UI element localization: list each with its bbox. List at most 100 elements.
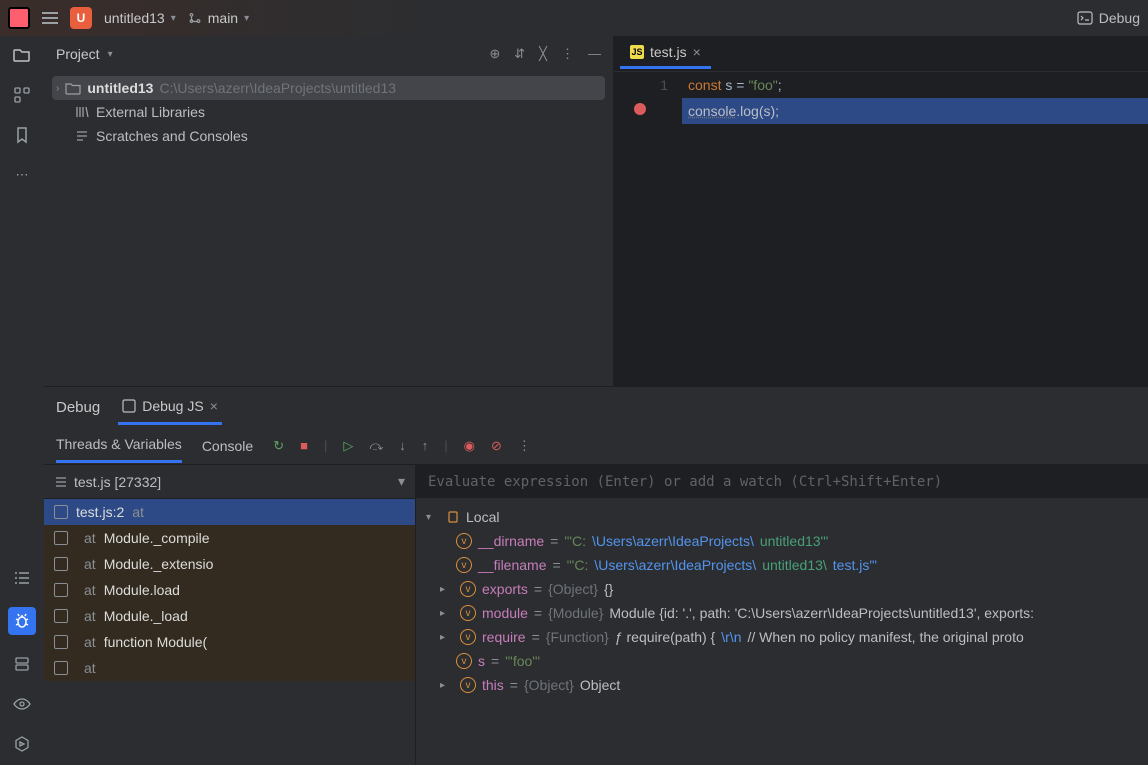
debug-panel: Debug Debug JS × Threads & Variables Con…	[44, 386, 1148, 765]
frame-icon	[54, 531, 68, 545]
frames-panel: test.js [27332] ▾ test.js:2 at at Module…	[44, 465, 416, 765]
stack-frame[interactable]: at Module._compile	[44, 525, 415, 551]
kebab-icon[interactable]: ⋮	[518, 438, 531, 454]
chevron-right-icon: ›	[56, 83, 59, 94]
structure-tool-icon[interactable]	[11, 84, 33, 106]
breakpoint-icon[interactable]	[634, 103, 646, 115]
kebab-icon[interactable]: ⋮	[561, 46, 574, 62]
more-icon[interactable]: ⋯	[11, 164, 33, 186]
services-tool-icon[interactable]	[11, 733, 33, 755]
js-file-icon: JS	[630, 45, 644, 59]
var-row[interactable]: v s = "'foo'"	[416, 649, 1148, 673]
step-into-icon[interactable]: ↓	[399, 438, 406, 453]
evaluate-input[interactable]: Evaluate expression (Enter) or add a wat…	[416, 465, 1148, 499]
var-icon: v	[460, 629, 476, 645]
mute-breakpoints-icon[interactable]: ⊘	[491, 438, 502, 454]
bookmark-tool-icon[interactable]	[11, 124, 33, 146]
var-row[interactable]: ▸ v exports = {Object} {}	[416, 577, 1148, 601]
frame-icon	[54, 635, 68, 649]
database-tool-icon[interactable]	[11, 653, 33, 675]
close-icon[interactable]: ╳	[539, 46, 547, 62]
chevron-down-icon[interactable]: ▾	[398, 473, 405, 490]
thread-selector[interactable]: test.js [27332] ▾	[44, 465, 415, 499]
scope-icon	[446, 510, 460, 524]
restart-icon[interactable]: ↻	[273, 438, 284, 454]
var-icon: v	[460, 677, 476, 693]
editor-tab-testjs[interactable]: JS test.js ×	[620, 38, 711, 69]
project-tool-icon[interactable]	[11, 44, 33, 66]
project-name[interactable]: untitled13▾	[104, 10, 176, 26]
eye-tool-icon[interactable]	[11, 693, 33, 715]
close-icon[interactable]: ×	[693, 44, 701, 60]
var-row[interactable]: v __dirname = "'C:\Users\azerr\IdeaProje…	[416, 529, 1148, 553]
folder-icon	[65, 81, 81, 95]
frame-icon	[54, 661, 68, 675]
terminal-icon	[122, 399, 136, 413]
stack-frame[interactable]: at Module._extensio	[44, 551, 415, 577]
project-tree[interactable]: › untitled13 C:\Users\azerr\IdeaProjects…	[44, 72, 613, 152]
scratch-icon	[74, 129, 90, 143]
stack-icon	[54, 475, 68, 489]
debug-panel-title: Debug	[56, 399, 100, 416]
debug-run-button[interactable]: Debug	[1077, 10, 1140, 26]
tree-scratches[interactable]: Scratches and Consoles	[52, 124, 605, 148]
resume-icon[interactable]: ▷	[343, 438, 353, 454]
stack-frame[interactable]: at function Module(	[44, 629, 415, 655]
var-icon: v	[460, 605, 476, 621]
minimize-icon[interactable]: —	[588, 46, 601, 62]
step-out-icon[interactable]: ↑	[422, 438, 429, 453]
frame-icon	[54, 583, 68, 597]
chevron-down-icon: ▾	[244, 13, 249, 24]
editor-tabs: JS test.js ×	[614, 36, 1148, 72]
chevron-right-icon: ▸	[440, 608, 454, 619]
var-row[interactable]: ▸ v this = {Object} Object	[416, 673, 1148, 697]
frame-icon	[54, 609, 68, 623]
branch-selector[interactable]: main▾	[188, 10, 249, 26]
project-badge[interactable]: U	[70, 7, 92, 29]
var-row[interactable]: ▸ v require = {Function} ƒ require(path)…	[416, 625, 1148, 649]
stack-frame[interactable]: at Module.load	[44, 577, 415, 603]
tool-strip: ⋯	[0, 36, 44, 765]
scope-local[interactable]: ▾ Local	[416, 505, 1148, 529]
stack-frame[interactable]: at Module._load	[44, 603, 415, 629]
breakpoints-icon[interactable]: ◉	[464, 438, 475, 454]
tree-root[interactable]: › untitled13 C:\Users\azerr\IdeaProjects…	[52, 76, 605, 100]
tab-console[interactable]: Console	[202, 430, 253, 462]
var-icon: v	[460, 581, 476, 597]
step-over-icon[interactable]: ⤼	[369, 438, 383, 454]
chevron-right-icon: ▸	[440, 680, 454, 691]
frame-icon	[54, 505, 68, 519]
stack-frame[interactable]: test.js:2 at	[44, 499, 415, 525]
branch-icon	[188, 11, 202, 25]
var-row[interactable]: v __filename = "'C:\Users\azerr\IdeaProj…	[416, 553, 1148, 577]
project-panel: Project ▾ ⊕ ⇵ ╳ ⋮ — › untitled13	[44, 36, 614, 386]
app-logo-icon	[8, 7, 30, 29]
chevron-down-icon: ▾	[171, 13, 176, 24]
terminal-icon	[1077, 10, 1093, 26]
code-area[interactable]: 1 const s = "foo"; console.log(s);	[614, 72, 1148, 124]
line-number: 1	[614, 72, 668, 98]
library-icon	[74, 105, 90, 119]
titlebar: U untitled13▾ main▾ Debug	[0, 0, 1148, 36]
list-tool-icon[interactable]	[11, 567, 33, 589]
var-icon: v	[456, 653, 472, 669]
chevron-down-icon: ▾	[426, 512, 440, 523]
project-panel-title: Project	[56, 46, 100, 62]
tab-threads-variables[interactable]: Threads & Variables	[56, 428, 182, 463]
debug-tool-icon[interactable]	[8, 607, 36, 635]
chevron-down-icon[interactable]: ▾	[108, 49, 113, 60]
variables-panel: Evaluate expression (Enter) or add a wat…	[416, 465, 1148, 765]
chevron-right-icon: ▸	[440, 632, 454, 643]
project-panel-header: Project ▾ ⊕ ⇵ ╳ ⋮ —	[44, 36, 613, 72]
var-icon: v	[456, 533, 472, 549]
stack-frame[interactable]: at	[44, 655, 415, 681]
stop-icon[interactable]: ■	[300, 438, 308, 453]
tree-external-libraries[interactable]: External Libraries	[52, 100, 605, 124]
expand-icon[interactable]: ⇵	[514, 46, 525, 62]
debug-session-tab[interactable]: Debug JS ×	[118, 390, 222, 425]
frame-icon	[54, 557, 68, 571]
menu-icon[interactable]	[42, 12, 58, 24]
var-row[interactable]: ▸ v module = {Module} Module {id: '.', p…	[416, 601, 1148, 625]
target-icon[interactable]: ⊕	[489, 46, 500, 62]
close-icon[interactable]: ×	[210, 398, 218, 414]
